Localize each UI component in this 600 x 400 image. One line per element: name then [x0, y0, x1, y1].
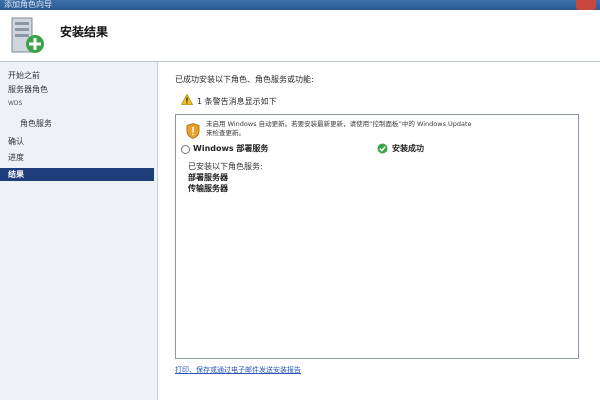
nav-item-confirmation[interactable]: 确认 [8, 136, 24, 147]
summary-text: 已成功安装以下角色、角色服务或功能: [175, 75, 314, 84]
close-button[interactable] [576, 0, 596, 10]
server-add-icon [11, 17, 44, 53]
window-titlebar: 添加角色向导 [0, 0, 600, 10]
nav-item-role-services[interactable]: 角色服务 [20, 118, 52, 129]
wizard-header: 安装结果 [0, 10, 600, 62]
window-title: 添加角色向导 [4, 0, 52, 9]
print-save-email-report-link[interactable]: 打印、保存或通过电子邮件发送安装报告 [175, 365, 301, 375]
nav-item-server-roles[interactable]: 服务器角色 [8, 84, 48, 95]
role-name: Windows 部署服务 [193, 144, 269, 153]
nav-item-wds[interactable]: WDS [8, 100, 22, 107]
notice-line-1: 未启用 Windows 自动更新。若要安装最新更新，请使用“控制面板”中的 Wi… [206, 120, 472, 128]
windows-update-shield-icon [186, 123, 200, 139]
page-title: 安装结果 [60, 25, 109, 39]
installed-service-item: 部署服务器 [188, 173, 228, 182]
main-content: 已成功安装以下角色、角色服务或功能: 1 条警告消息显示如下 未启用 Windo… [158, 62, 600, 400]
results-panel: 未启用 Windows 自动更新。若要安装最新更新，请使用“控制面板”中的 Wi… [175, 114, 579, 359]
nav-item-before-you-begin[interactable]: 开始之前 [8, 70, 40, 81]
installed-services-intro: 已安装以下角色服务: [188, 162, 263, 171]
warning-icon [181, 94, 193, 105]
wizard-steps-nav: 开始之前 服务器角色 WDS 角色服务 确认 进度 结果 [0, 62, 158, 400]
notice-line-2: 来检查更新。 [206, 129, 245, 137]
collapse-icon[interactable] [181, 145, 190, 154]
nav-item-results[interactable]: 结果 [0, 168, 154, 181]
nav-item-progress[interactable]: 进度 [8, 152, 24, 163]
install-status: 安装成功 [392, 144, 424, 153]
success-check-icon [377, 143, 388, 154]
role-result-row: Windows 部署服务 安装成功 [181, 143, 576, 155]
windows-update-notice: 未启用 Windows 自动更新。若要安装最新更新，请使用“控制面板”中的 Wi… [206, 120, 576, 138]
warning-count-text: 1 条警告消息显示如下 [197, 97, 277, 106]
installed-service-item: 传输服务器 [188, 184, 228, 193]
